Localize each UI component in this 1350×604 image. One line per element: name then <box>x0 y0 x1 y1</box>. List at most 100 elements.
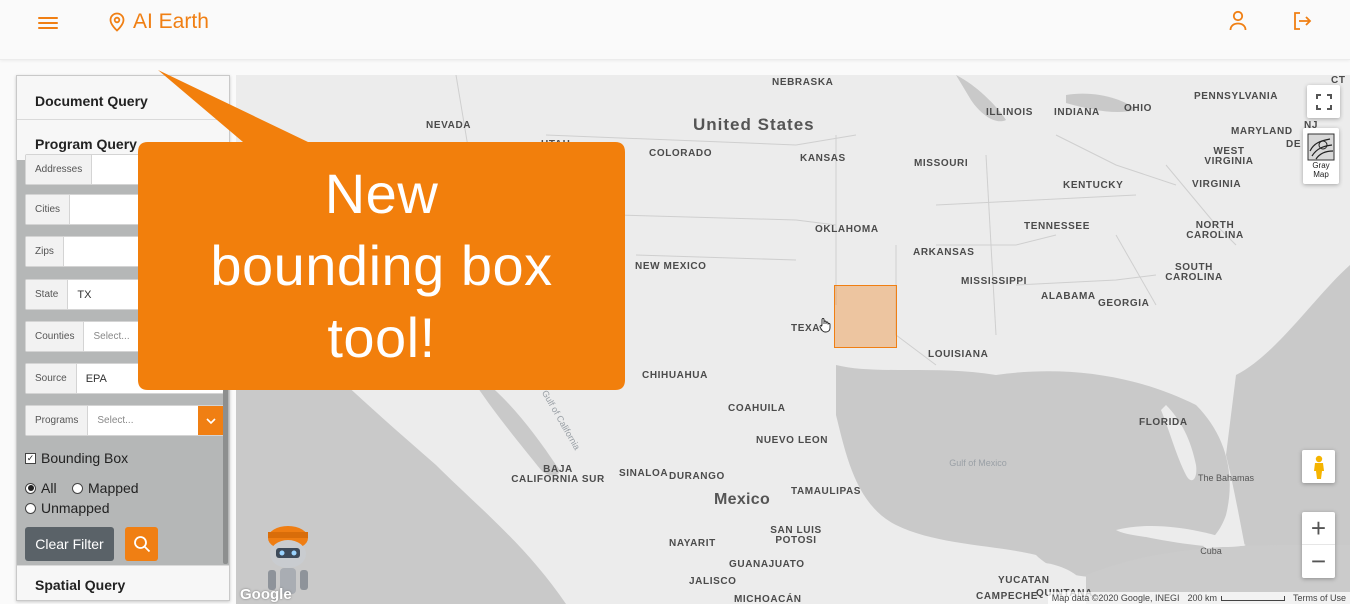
map-label: SINALOA <box>619 468 669 479</box>
country-label: United States <box>693 115 815 134</box>
radio-all[interactable]: All <box>25 480 57 496</box>
map-label: TAMAULIPAS <box>791 486 862 497</box>
map-label: KENTUCKY <box>1063 180 1124 191</box>
place-label: Cuba <box>1200 546 1222 556</box>
map-label: NEBRASKA <box>772 77 834 88</box>
water-label: Gulf of Mexico <box>949 458 1007 468</box>
bounding-box-checkbox[interactable]: ✓ Bounding Box <box>25 450 128 466</box>
topo-map-icon <box>1307 133 1335 161</box>
google-logo: Google <box>240 586 292 603</box>
map-label: MISSOURI <box>914 158 969 169</box>
map-pin-icon <box>109 12 125 32</box>
map-label: NUEVO LEON <box>756 435 829 446</box>
zoom-control: + − <box>1302 512 1335 578</box>
map-label: INDIANA <box>1054 107 1100 118</box>
programs-field[interactable]: Programs Select... <box>25 405 224 436</box>
map-label: NEW MEXICO <box>635 261 707 272</box>
map-label: COAHUILA <box>728 403 786 414</box>
map-label: SOUTH CAROLINA <box>1165 262 1223 283</box>
callout-line1: New <box>324 162 439 225</box>
state-label: State <box>26 280 69 309</box>
map-label: CAMPECHE <box>976 591 1039 602</box>
map-label: ALABAMA <box>1041 291 1096 302</box>
map-label: OKLAHOMA <box>815 224 879 235</box>
checkbox-checked-icon: ✓ <box>25 452 36 464</box>
map-label: COLORADO <box>649 148 713 159</box>
search-button[interactable] <box>125 527 158 561</box>
map-label: CHIHUAHUA <box>642 370 708 381</box>
mascot-robot-icon <box>268 526 308 594</box>
map-footer: Map data ©2020 Google, INEGI 200 km Term… <box>1047 592 1350 604</box>
app-title: AI Earth <box>133 10 209 33</box>
radio-mapped[interactable]: Mapped <box>72 480 139 496</box>
map-label: ILLINOIS <box>986 107 1034 118</box>
user-icon[interactable] <box>1229 10 1247 32</box>
programs-select[interactable]: Select... <box>88 406 198 435</box>
map-label: SAN LUIS POTOSI <box>770 525 822 546</box>
radio-unmapped[interactable]: Unmapped <box>25 500 110 516</box>
clear-filter-button[interactable]: Clear Filter <box>25 527 114 561</box>
map-label: MISSISSIPPI <box>961 276 1028 287</box>
radio-mapped-label: Mapped <box>88 480 139 496</box>
map-attribution: Map data ©2020 Google, INEGI <box>1051 593 1180 603</box>
place-label: The Bahamas <box>1197 473 1255 483</box>
programs-dropdown-button[interactable] <box>198 406 223 435</box>
zoom-out-button[interactable]: − <box>1302 545 1335 578</box>
map-label: KANSAS <box>800 153 846 164</box>
map-label: YUCATAN <box>998 575 1050 586</box>
map-label: FLORIDA <box>1139 417 1188 428</box>
map-label: VIRGINIA <box>1192 179 1242 190</box>
bounding-box[interactable] <box>834 285 897 348</box>
map-label: WEST VIRGINIA <box>1204 146 1254 167</box>
radio-all-label: All <box>41 480 57 496</box>
map-type-label: Gray Map <box>1312 161 1330 179</box>
cities-label: Cities <box>26 195 71 224</box>
map-label: MARYLAND <box>1231 126 1293 137</box>
pegman-icon <box>1313 455 1324 479</box>
map-scale: 200 km <box>1187 593 1285 603</box>
map-label: BAJA CALIFORNIA SUR <box>511 464 605 485</box>
spatial-query-header[interactable]: Spatial Query <box>17 565 229 600</box>
pegman-button[interactable] <box>1302 450 1335 483</box>
hand-cursor-icon <box>819 318 831 333</box>
terms-link[interactable]: Terms of Use <box>1293 593 1346 603</box>
hamburger-icon[interactable] <box>38 14 58 32</box>
map-label: JALISCO <box>689 576 737 587</box>
map-type-button[interactable]: Gray Map <box>1303 128 1339 184</box>
map-label: GUANAJUATO <box>729 559 805 570</box>
map-label: DE <box>1286 139 1302 150</box>
addresses-label: Addresses <box>26 155 93 184</box>
map-label: NORTH CAROLINA <box>1186 220 1244 241</box>
map-label: LOUISIANA <box>928 349 989 360</box>
search-icon <box>133 536 150 553</box>
map-label: OHIO <box>1124 103 1152 114</box>
counties-label: Counties <box>26 322 85 351</box>
map-label: DURANGO <box>669 471 725 482</box>
zips-label: Zips <box>26 237 64 266</box>
zoom-in-button[interactable]: + <box>1302 512 1335 545</box>
radio-unmapped-label: Unmapped <box>41 500 110 516</box>
country-label: Mexico <box>714 491 771 508</box>
map-label: ARKANSAS <box>913 247 975 258</box>
logout-icon[interactable] <box>1292 11 1312 31</box>
map-label: TENNESSEE <box>1024 221 1090 232</box>
callout-text: New bounding box tool! <box>138 158 625 374</box>
programs-label: Programs <box>26 406 89 435</box>
map-label: PENNSYLVANIA <box>1194 91 1279 102</box>
radio-selected-icon <box>25 482 36 494</box>
radio-unselected-icon <box>25 502 36 514</box>
map-label: NAYARIT <box>669 538 716 549</box>
fullscreen-button[interactable] <box>1307 85 1340 118</box>
callout-line3: tool! <box>327 306 436 369</box>
map-label: MICHOACÁN <box>734 594 802 604</box>
top-bar: AI Earth <box>0 0 1350 60</box>
fullscreen-icon <box>1315 93 1332 110</box>
app-brand[interactable]: AI Earth <box>108 10 209 34</box>
map-label: GEORGIA <box>1098 298 1150 309</box>
chevron-down-icon <box>205 417 216 424</box>
callout-line2: bounding box <box>210 234 553 297</box>
radio-unselected-icon <box>72 482 83 494</box>
source-label: Source <box>26 364 77 393</box>
map-label: NEVADA <box>426 120 472 131</box>
bounding-box-label: Bounding Box <box>41 450 129 466</box>
